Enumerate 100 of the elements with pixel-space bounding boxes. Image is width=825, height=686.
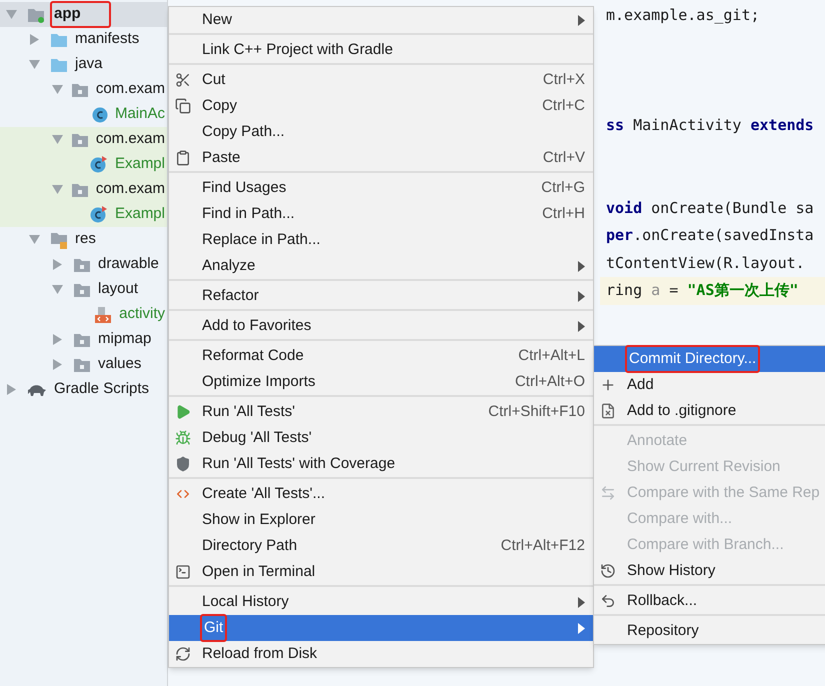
menu-item[interactable]: Add to Favorites [169,313,593,339]
collapse-arrow-icon[interactable] [6,9,17,20]
tree-row[interactable]: com.exam [0,127,167,152]
expand-arrow-icon[interactable] [52,359,63,370]
code-line: m.example.as_git; [605,5,761,26]
compare-arrows-icon [600,485,616,501]
elephant-icon [27,382,47,396]
menu-item-label: Annotate [626,430,688,451]
menu-item[interactable]: Open in Terminal [169,559,593,585]
menu-item[interactable]: Run 'All Tests' Ctrl+Shift+F10 [169,399,593,425]
menu-item-label: Compare with the Same Rep [626,482,821,503]
menu-item-label: Paste [201,148,242,168]
tree-row[interactable]: app [0,2,167,27]
expand-arrow-icon[interactable] [52,259,63,270]
test-class-icon [90,206,108,223]
menu-item[interactable]: Directory Path Ctrl+Alt+F12 [169,533,593,559]
tree-row[interactable]: java [0,52,167,77]
menu-item-label: Show Current Revision [626,456,782,477]
tree-item-label: layout [97,279,140,300]
code-line: tContentView(R.layout. [605,252,806,274]
tree-item-label: com.exam [94,79,166,100]
menu-item-label: Git [200,614,228,642]
menu-item[interactable]: Commit Directory... [594,346,825,372]
collapse-arrow-icon[interactable] [52,284,63,295]
tree-row[interactable]: MainAc [0,102,167,127]
menu-item-label: Repository [626,620,700,641]
menu-item[interactable]: Debug 'All Tests' [169,425,593,451]
menu-item[interactable]: Local History [169,589,593,615]
menu-item[interactable]: Create 'All Tests'... [169,481,593,507]
tree-item-label: values [97,354,142,374]
menu-item[interactable]: Repository [594,618,825,644]
tree-item-label: Exampl [114,154,166,174]
tree-row[interactable]: com.exam [0,77,167,102]
tree-row[interactable]: activity [0,302,167,327]
collapse-arrow-icon[interactable] [52,84,63,95]
tree-row[interactable]: drawable [0,252,167,277]
menu-item[interactable]: Analyze [169,253,593,279]
menu-item[interactable]: Show History [594,558,825,584]
tree-row[interactable]: res [0,227,167,252]
tree-item-label: drawable [97,254,160,274]
menu-item[interactable]: Rollback... [594,588,825,614]
menu-item[interactable]: Run 'All Tests' with Coverage [169,451,593,477]
module-folder-icon [27,6,45,22]
tree-row[interactable]: Exampl [0,152,167,177]
menu-item-label: Rollback... [626,590,698,611]
menu-item[interactable]: Link C++ Project with Gradle [169,37,593,63]
menu-item[interactable]: Cut Ctrl+X [169,67,593,93]
menu-item-label: Run 'All Tests' with Coverage [201,454,396,474]
menu-item[interactable]: Copy Path... [169,119,593,145]
reload-icon [175,646,191,662]
menu-item[interactable]: Replace in Path... [169,227,593,253]
folder-icon [50,56,68,72]
menu-item-label: Commit Directory... [625,344,760,374]
tree-item-label: app [50,1,111,28]
package-folder-icon [73,256,91,272]
menu-item[interactable]: Show in Explorer [169,507,593,533]
package-folder-icon [70,82,89,98]
menu-item[interactable]: Find Usages Ctrl+G [169,175,593,201]
menu-item[interactable]: New [169,7,593,33]
tree-row[interactable]: layout [0,277,167,302]
menu-item[interactable]: Refactor [169,283,593,309]
bug-icon [175,430,191,446]
collapse-arrow-icon[interactable] [29,234,40,245]
menu-item-label: Add to Favorites [201,316,312,336]
tree-item-label: Exampl [114,204,166,224]
menu-item[interactable]: Add to .gitignore [594,398,825,424]
expand-arrow-icon[interactable] [6,384,17,395]
menu-item[interactable]: Git [169,615,593,641]
expand-arrow-icon[interactable] [29,34,40,45]
tree-row[interactable]: Exampl [0,202,167,227]
menu-item-label: Add to .gitignore [626,400,738,421]
tree-row[interactable]: values [0,352,167,377]
undo-arrow-icon [600,593,616,609]
collapse-arrow-icon[interactable] [52,184,63,195]
menu-item-label: Copy [201,96,238,116]
tree-row[interactable]: Gradle Scripts [0,377,167,402]
collapse-arrow-icon[interactable] [29,59,40,70]
menu-item-label: Create 'All Tests'... [201,484,326,504]
menu-item[interactable]: Reload from Disk [169,641,593,667]
menu-item-label: Debug 'All Tests' [201,428,313,448]
tree-row[interactable]: com.exam [0,177,167,202]
package-folder-icon [70,132,89,148]
menu-item[interactable]: Copy Ctrl+C [169,93,593,119]
terminal-icon [175,564,191,580]
tree-item-label: mipmap [97,329,152,350]
tree-item-label: activity [118,304,166,324]
menu-item[interactable]: Paste Ctrl+V [169,145,593,171]
expand-arrow-icon[interactable] [52,334,63,345]
tree-row[interactable]: manifests [0,27,167,52]
menu-item[interactable]: Find in Path... Ctrl+H [169,201,593,227]
shortcut-label: Ctrl+Alt+O [514,372,585,392]
menu-item[interactable]: Reformat Code Ctrl+Alt+L [169,343,593,369]
menu-item-label: Show History [626,560,716,581]
tree-row[interactable]: mipmap [0,327,167,352]
collapse-arrow-icon[interactable] [52,134,63,145]
menu-item-label: Cut [201,70,226,90]
tree-item-label: manifests [74,29,140,50]
menu-item[interactable]: Optimize Imports Ctrl+Alt+O [169,369,593,395]
clipboard-icon [175,150,191,166]
menu-item[interactable]: Add [594,372,825,398]
